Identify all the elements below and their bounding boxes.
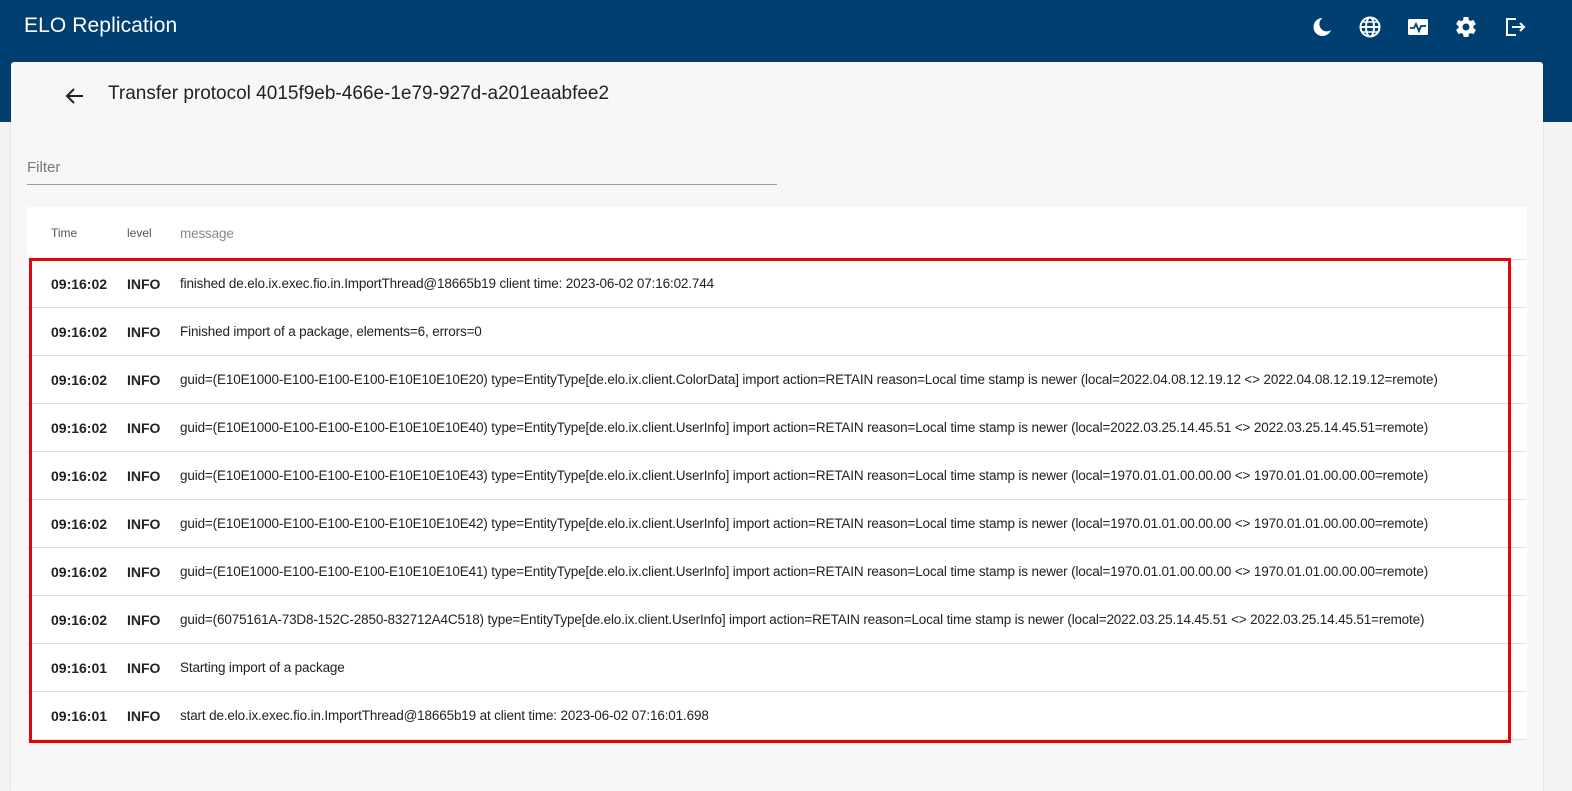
back-button[interactable] [61, 82, 89, 110]
table-row[interactable]: 09:16:02 INFO guid=(6075161A-73D8-152C-285… [27, 596, 1527, 644]
cell-time: 09:16:02 [51, 275, 108, 292]
cell-message: Starting import of a package [180, 660, 345, 675]
cell-level: INFO [127, 419, 161, 436]
cell-time: 09:16:02 [51, 467, 108, 484]
monitor-pulse-icon[interactable] [1404, 13, 1432, 41]
cell-message: Finished import of a package, elements=6… [180, 324, 482, 339]
table-row[interactable]: 09:16:01 INFO Starting import of a package [27, 644, 1527, 692]
cell-level: INFO [127, 611, 161, 628]
app-title: ELO Replication [24, 14, 178, 37]
table-row[interactable]: 09:16:02 INFO guid=(E10E1000-E100-E100-E10… [27, 548, 1527, 596]
cell-time: 09:16:02 [51, 371, 108, 388]
cell-message: guid=(E10E1000-E100-E100-E100-E10E10E10E… [180, 468, 1429, 483]
cell-time: 09:16:02 [51, 515, 108, 532]
table-row[interactable]: 09:16:02 INFO guid=(E10E1000-E100-E100-E10… [27, 500, 1527, 548]
cell-time: 09:16:02 [51, 563, 108, 580]
cell-message: guid=(6075161A-73D8-152C-2850-832712A4C5… [180, 612, 1425, 627]
language-globe-icon[interactable] [1356, 13, 1384, 41]
arrow-left-icon [65, 88, 83, 104]
table-row[interactable]: 09:16:01 INFO start de.elo.ix.exec.fio.in.… [27, 692, 1527, 740]
table-row[interactable]: 09:16:02 INFO guid=(E10E1000-E100-E100-E10… [27, 452, 1527, 500]
logout-icon[interactable] [1500, 13, 1528, 41]
cell-message: guid=(E10E1000-E100-E100-E100-E10E10E10E… [180, 564, 1429, 579]
filter-input[interactable] [27, 150, 777, 185]
cell-level: INFO [127, 323, 161, 340]
table-row[interactable]: 09:16:02 INFO guid=(E10E1000-E100-E100-E10… [27, 356, 1527, 404]
cell-level: INFO [127, 371, 161, 388]
cell-level: INFO [127, 467, 161, 484]
cell-time: 09:16:02 [51, 419, 108, 436]
cell-level: INFO [127, 563, 161, 580]
cell-message: guid=(E10E1000-E100-E100-E100-E10E10E10E… [180, 420, 1429, 435]
table-body: 09:16:02 INFO finished de.elo.ix.exec.fio.… [27, 260, 1527, 740]
cell-message: start de.elo.ix.exec.fio.in.ImportThread… [180, 708, 709, 723]
column-header-level[interactable]: level [127, 226, 180, 240]
cell-message: guid=(E10E1000-E100-E100-E100-E10E10E10E… [180, 516, 1429, 531]
cell-level: INFO [127, 707, 161, 724]
settings-gear-icon[interactable] [1452, 13, 1480, 41]
cell-time: 09:16:02 [51, 611, 108, 628]
cell-time: 09:16:01 [51, 707, 108, 724]
table-row[interactable]: 09:16:02 INFO guid=(E10E1000-E100-E100-E10… [27, 404, 1527, 452]
cell-level: INFO [127, 515, 161, 532]
cell-time: 09:16:02 [51, 323, 108, 340]
log-table: Time level message 09:16:02 INFO finished … [27, 207, 1527, 740]
cell-message: guid=(E10E1000-E100-E100-E100-E10E10E10E… [180, 372, 1438, 387]
header-actions [1308, 12, 1528, 42]
cell-level: INFO [127, 659, 161, 676]
cell-time: 09:16:01 [51, 659, 108, 676]
cell-level: INFO [127, 275, 161, 292]
page-title: Transfer protocol 4015f9eb-466e-1e79-927… [108, 83, 610, 104]
dark-mode-icon[interactable] [1308, 13, 1336, 41]
column-header-message[interactable]: message [180, 226, 1527, 241]
cell-message: finished de.elo.ix.exec.fio.in.ImportThr… [180, 276, 714, 291]
table-header: Time level message [27, 207, 1527, 260]
column-header-time[interactable]: Time [27, 226, 127, 240]
table-row[interactable]: 09:16:02 INFO Finished import of a package… [27, 308, 1527, 356]
protocol-card: Transfer protocol 4015f9eb-466e-1e79-927… [11, 62, 1543, 791]
table-row[interactable]: 09:16:02 INFO finished de.elo.ix.exec.fio.… [27, 260, 1527, 308]
